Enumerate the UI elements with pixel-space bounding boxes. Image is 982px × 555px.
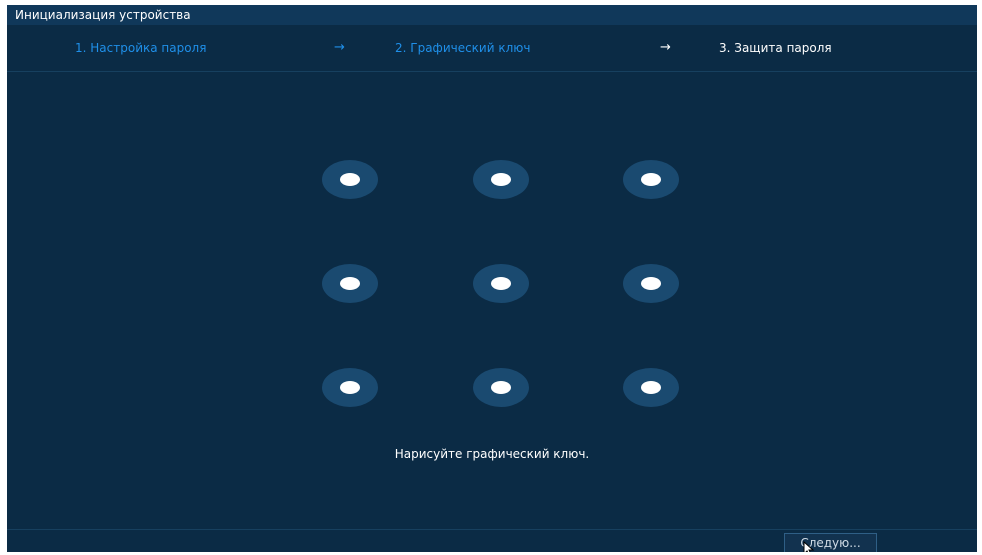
step-arrow-icon: → bbox=[660, 40, 671, 55]
device-init-screen: Инициализация устройства 1. Настройка па… bbox=[7, 5, 977, 552]
pattern-dot[interactable] bbox=[623, 264, 679, 303]
pattern-dot[interactable] bbox=[322, 368, 378, 407]
pattern-dot[interactable] bbox=[473, 368, 529, 407]
pattern-dot[interactable] bbox=[623, 160, 679, 199]
pattern-dot[interactable] bbox=[473, 160, 529, 199]
step-password-setup: 1. Настройка пароля bbox=[75, 41, 207, 55]
pattern-dot[interactable] bbox=[623, 368, 679, 407]
pattern-dot[interactable] bbox=[473, 264, 529, 303]
pattern-dot[interactable] bbox=[322, 264, 378, 303]
step-arrow-icon: → bbox=[334, 40, 345, 55]
pattern-hint: Нарисуйте графический ключ. bbox=[394, 447, 590, 461]
pattern-dot[interactable] bbox=[322, 160, 378, 199]
next-button[interactable]: Следую... bbox=[784, 533, 877, 552]
step-pattern-lock: 2. Графический ключ bbox=[395, 41, 531, 55]
wizard-steps: 1. Настройка пароля → 2. Графический клю… bbox=[7, 25, 977, 72]
footer-bar: Следую... bbox=[7, 529, 977, 552]
window-title: Инициализация устройства bbox=[7, 5, 977, 25]
mouse-cursor-icon bbox=[803, 541, 815, 552]
step-password-protection: 3. Защита пароля bbox=[719, 41, 832, 55]
